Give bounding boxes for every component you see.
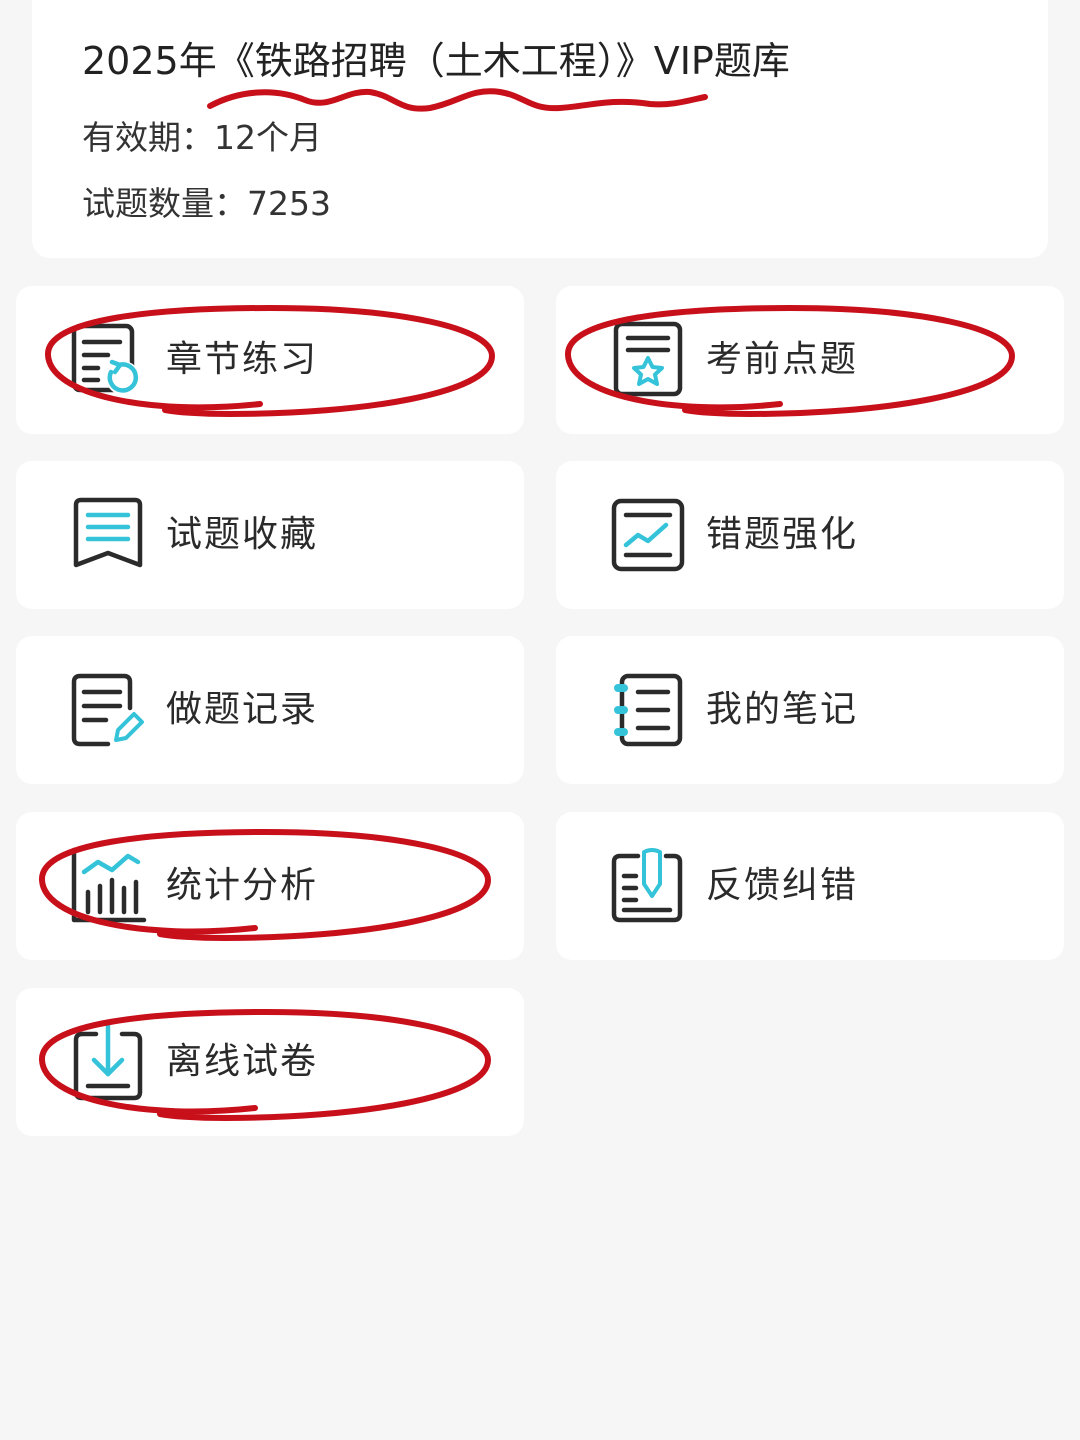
menu-label: 章节练习: [166, 339, 319, 380]
menu-label: 考前点题: [706, 339, 859, 380]
bar-chart-icon: [68, 846, 148, 926]
menu-label: 离线试卷: [166, 1041, 319, 1082]
notebook-icon: [608, 670, 688, 750]
question-count-text: 试题数量：7253: [82, 184, 331, 223]
bookmark-icon: [68, 495, 148, 575]
trend-icon: [608, 495, 688, 575]
feedback-icon: [608, 846, 688, 926]
menu-chapter-practice[interactable]: 章节练习: [16, 286, 524, 434]
menu-statistics[interactable]: 统计分析: [16, 812, 524, 960]
menu-practice-records[interactable]: 做题记录: [16, 636, 524, 784]
menu-offline-papers[interactable]: 离线试卷: [16, 988, 524, 1136]
menu-my-notes[interactable]: 我的笔记: [556, 636, 1064, 784]
menu-label: 我的笔记: [706, 689, 859, 730]
validity-text: 有效期：12个月: [82, 118, 322, 157]
menu-label: 反馈纠错: [706, 865, 859, 906]
exam-title: 2025年《铁路招聘（土木工程）》VIP题库: [82, 39, 790, 83]
menu-label: 试题收藏: [166, 514, 319, 555]
menu-exam-tips[interactable]: 考前点题: [556, 286, 1064, 434]
menu-feedback[interactable]: 反馈纠错: [556, 812, 1064, 960]
menu-label: 统计分析: [166, 865, 319, 906]
menu-label: 错题强化: [706, 514, 859, 555]
menu-question-bookmarks[interactable]: 试题收藏: [16, 461, 524, 609]
menu-label: 做题记录: [166, 689, 319, 730]
chapter-practice-icon: [68, 320, 148, 400]
menu-wrong-questions[interactable]: 错题强化: [556, 461, 1064, 609]
edit-record-icon: [68, 670, 148, 750]
download-icon: [68, 1022, 148, 1102]
exam-info-card: 2025年《铁路招聘（土木工程）》VIP题库 有效期：12个月 试题数量：725…: [32, 0, 1048, 258]
exam-tips-icon: [608, 320, 688, 400]
